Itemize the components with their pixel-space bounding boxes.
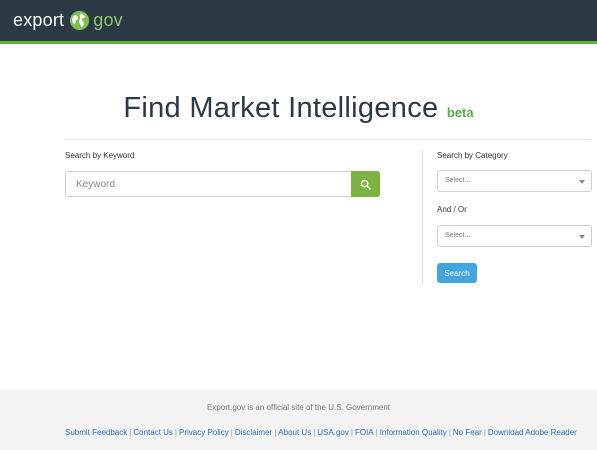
footer-link-information-quality[interactable]: Information Quality bbox=[380, 428, 447, 437]
footer-link-foia[interactable]: FOIA bbox=[355, 428, 374, 437]
globe-icon bbox=[70, 10, 90, 31]
keyword-search-label: Search by Keyword bbox=[65, 151, 135, 160]
footer-link-download-adobe-reader[interactable]: Download Adobe Reader bbox=[488, 428, 577, 437]
footer-link-submit-feedback[interactable]: Submit Feedback bbox=[65, 428, 127, 437]
chevron-down-icon bbox=[579, 235, 585, 239]
category-search-label: Search by Category bbox=[437, 151, 508, 160]
footer-link-contact-us[interactable]: Contact Us bbox=[133, 428, 173, 437]
chevron-down-icon bbox=[579, 180, 585, 184]
title-divider bbox=[64, 139, 591, 140]
footer-links: Submit Feedback | Contact Us | Privacy Polic… bbox=[65, 428, 577, 437]
column-divider bbox=[422, 149, 423, 285]
export-gov-logo[interactable]: export gov bbox=[13, 10, 123, 31]
secondary-select-value: Select... bbox=[445, 232, 471, 239]
footer-link-about-us[interactable]: About Us bbox=[278, 428, 311, 437]
site-header: export gov bbox=[0, 0, 597, 44]
beta-badge: beta bbox=[446, 105, 474, 120]
logo-text-export: export bbox=[13, 10, 65, 30]
and-or-label: And / Or bbox=[437, 205, 467, 214]
search-icon bbox=[360, 179, 371, 190]
footer-link-no-fear[interactable]: No Fear bbox=[453, 428, 482, 437]
footer-link-disclaimer[interactable]: Disclaimer bbox=[235, 428, 272, 437]
category-select[interactable]: Select... bbox=[437, 170, 592, 192]
keyword-input[interactable] bbox=[66, 172, 351, 196]
footer-note: Export.gov is an official site of the U.… bbox=[206, 403, 391, 412]
page-title: Find Market Intelligence bbox=[123, 92, 439, 124]
logo-text-gov: gov bbox=[93, 10, 123, 30]
page-title-row: Find Market Intelligence beta bbox=[0, 92, 597, 125]
secondary-select[interactable]: Select... bbox=[437, 225, 592, 247]
keyword-input-wrapper bbox=[65, 171, 351, 197]
footer-link-privacy-policy[interactable]: Privacy Policy bbox=[179, 428, 229, 437]
site-footer bbox=[0, 390, 597, 450]
category-select-value: Select... bbox=[445, 177, 471, 184]
category-search-button[interactable]: Search bbox=[437, 263, 477, 283]
page: export gov Find Market Intelligence beta… bbox=[0, 0, 597, 450]
footer-link-usa-gov[interactable]: USA.gov bbox=[317, 428, 349, 437]
keyword-search-button[interactable] bbox=[351, 171, 380, 197]
